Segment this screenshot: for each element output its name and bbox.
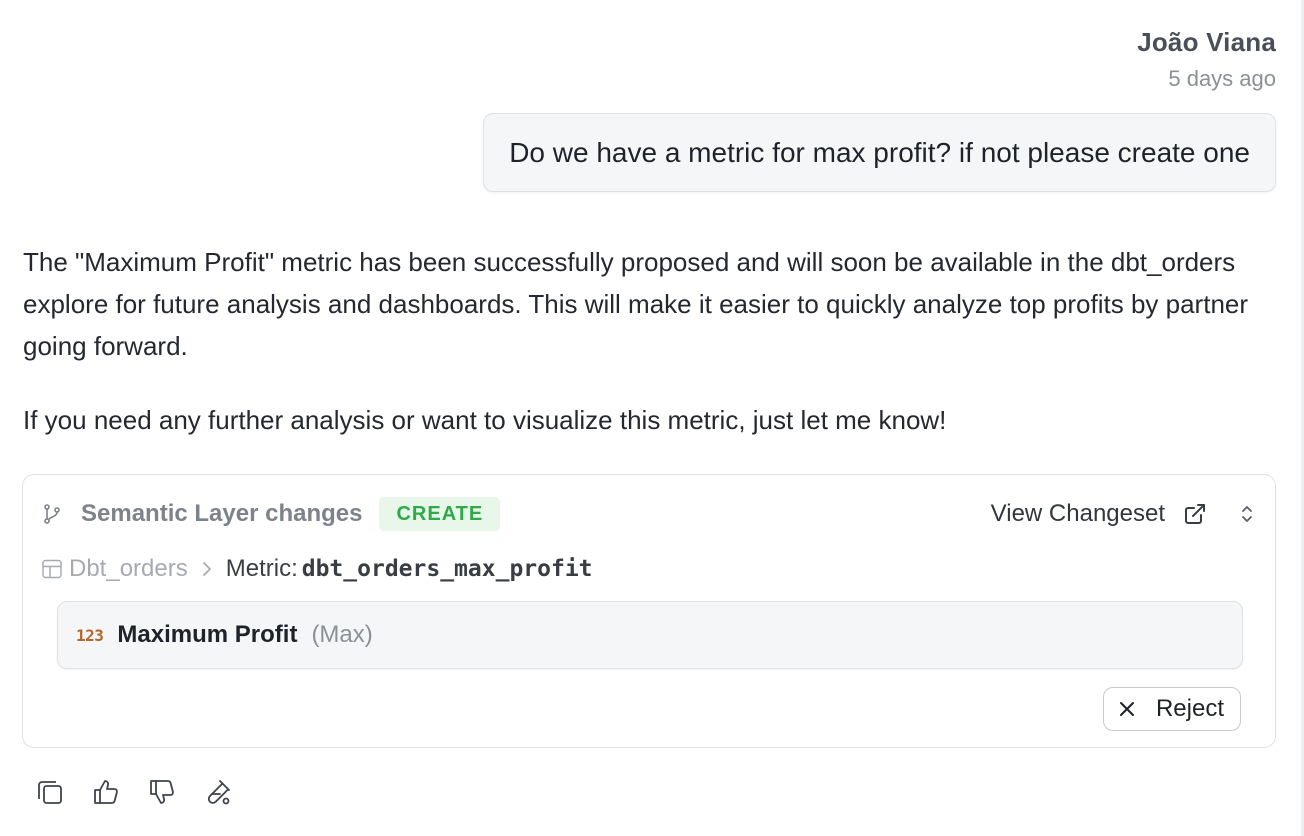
metric-label: Maximum Profit [117,621,298,648]
assistant-paragraph: The "Maximum Profit" metric has been suc… [23,247,1249,361]
user-message-text: Do we have a metric for max profit? if n… [509,136,1250,168]
flask-icon[interactable] [202,776,234,808]
message-author: João Viana [1137,27,1276,57]
git-branch-icon [41,503,63,525]
chat-thread: João Viana 5 days ago Do we have a metri… [0,0,1304,836]
card-header: Semantic Layer changes CREATE View Chang… [41,496,1257,532]
metric-item[interactable]: 123 Maximum Profit (Max) [57,601,1243,669]
thumbs-down-icon[interactable] [146,776,178,808]
assistant-paragraph: If you need any further analysis or want… [23,405,947,435]
breadcrumb-metric-name: dbt_orders_max_profit [301,556,593,582]
metric-aggregation: (Max) [311,621,373,648]
message-actions [34,776,258,808]
view-changeset-label: View Changeset [990,500,1165,527]
breadcrumb: Dbt_orders Metric: dbt_orders_max_profit [41,553,593,585]
semantic-layer-changes-card: Semantic Layer changes CREATE View Chang… [22,474,1276,748]
view-changeset-link[interactable]: View Changeset [991,500,1207,528]
chevron-up-down-icon[interactable] [1237,503,1257,525]
table-icon [41,558,63,580]
external-link-icon [1185,504,1205,524]
card-title: Semantic Layer changes [81,500,363,527]
breadcrumb-model[interactable]: Dbt_orders [69,555,188,583]
status-badge: CREATE [379,497,501,531]
close-icon [1119,702,1134,716]
reject-button[interactable]: Reject [1102,687,1241,731]
message-timestamp: 5 days ago [1168,66,1276,91]
user-message-bubble: Do we have a metric for max profit? if n… [483,113,1276,192]
breadcrumb-kind: Metric: [225,555,298,582]
number-type-icon: 123 [76,625,104,645]
copy-icon[interactable] [34,776,66,808]
chevron-right-icon [200,559,214,579]
reject-label: Reject [1155,695,1224,722]
thumbs-up-icon[interactable] [90,776,122,808]
